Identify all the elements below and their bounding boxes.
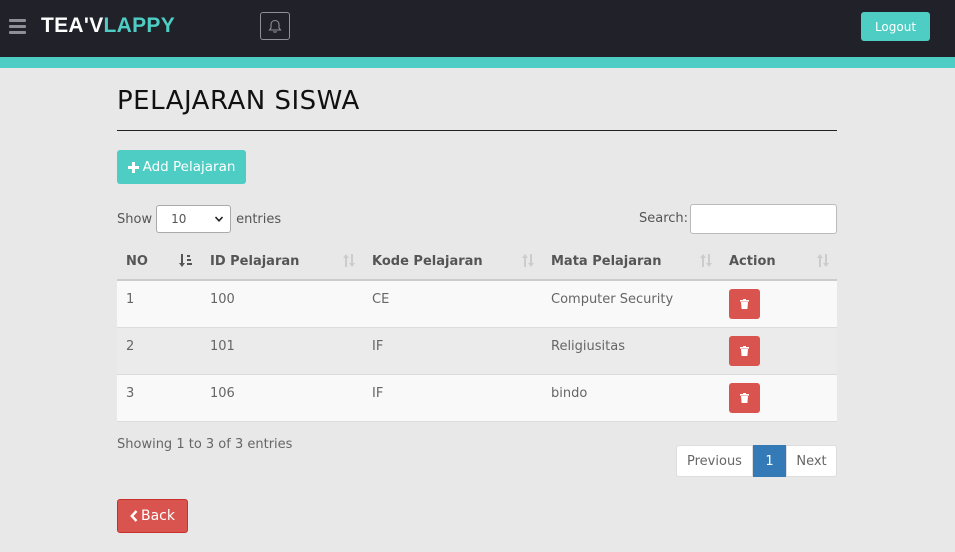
pelajaran-table: NO ID Pelajaran Kode Pelajaran Mata Pela… (117, 243, 837, 422)
search-input[interactable] (690, 204, 837, 234)
cell-action (720, 327, 837, 375)
pagination: Previous 1 Next (676, 445, 837, 477)
plus-icon (127, 161, 139, 173)
notification-button[interactable] (260, 12, 290, 40)
column-header-action-label: Action (729, 253, 776, 269)
brand-part-1: TEA'V (41, 14, 104, 37)
table-header-row: NO ID Pelajaran Kode Pelajaran Mata Pela… (117, 243, 837, 281)
next-page-button[interactable]: Next (786, 445, 837, 477)
chevron-down-icon (214, 216, 224, 222)
previous-page-button[interactable]: Previous (676, 445, 753, 477)
bell-icon (268, 19, 282, 33)
cell-mata: Computer Security (542, 280, 720, 328)
column-header-mata-label: Mata Pelajaran (551, 253, 662, 269)
title-divider (117, 130, 837, 131)
trash-icon (740, 299, 749, 309)
column-header-kode-label: Kode Pelajaran (372, 253, 483, 269)
entries-length-select[interactable]: 10 (156, 205, 232, 233)
cell-kode: IF (363, 374, 542, 422)
brand-logo: TEA'VLAPPY (41, 14, 175, 38)
brand-part-2: LAPPY (103, 14, 176, 37)
cell-no: 3 (117, 374, 201, 422)
cell-no: 2 (117, 327, 201, 375)
cell-id: 101 (201, 327, 363, 375)
cell-id: 106 (201, 374, 363, 422)
search-label: Search: (639, 211, 689, 226)
cell-action (720, 374, 837, 422)
show-label: Show (117, 211, 153, 227)
add-pelajaran-button[interactable]: Add Pelajaran (117, 150, 246, 184)
add-pelajaran-label: Add Pelajaran (142, 159, 236, 175)
sort-both-icon (522, 254, 534, 267)
table-row: 3 106 IF bindo (117, 374, 837, 422)
cell-no: 1 (117, 280, 201, 328)
column-header-id[interactable]: ID Pelajaran (201, 243, 363, 281)
entries-length-value: 10 (171, 212, 187, 226)
delete-button[interactable] (729, 289, 760, 319)
sort-ascending-icon (179, 254, 192, 267)
cell-action (720, 280, 837, 328)
trash-icon (740, 345, 749, 356)
sort-both-icon (817, 254, 829, 267)
back-label: Back (141, 508, 175, 524)
delete-button[interactable] (729, 382, 760, 413)
table-row: 2 101 IF Religiusitas (117, 327, 837, 375)
back-button[interactable]: Back (117, 499, 188, 533)
length-control: Show 10 entries (117, 205, 281, 233)
sort-both-icon (700, 254, 712, 267)
delete-button[interactable] (729, 335, 760, 366)
cell-kode: IF (363, 327, 542, 375)
top-navbar: TEA'VLAPPY Logout (0, 0, 955, 57)
logout-button[interactable]: Logout (861, 12, 930, 41)
cell-kode: CE (363, 280, 542, 328)
column-header-action[interactable]: Action (720, 243, 837, 281)
table-info: Showing 1 to 3 of 3 entries (117, 437, 293, 452)
column-header-no[interactable]: NO (117, 243, 201, 281)
page-1-button[interactable]: 1 (753, 445, 786, 477)
column-header-id-label: ID Pelajaran (210, 253, 300, 269)
page-title: PELAJARAN SISWA (117, 86, 360, 116)
trash-icon (740, 392, 749, 403)
column-header-mata[interactable]: Mata Pelajaran (542, 243, 720, 281)
column-header-no-label: NO (126, 253, 148, 269)
entries-label: entries (236, 211, 282, 227)
sort-both-icon (343, 254, 355, 267)
cell-mata: Religiusitas (542, 327, 720, 375)
navbar-accent-bar (0, 57, 955, 68)
hamburger-icon[interactable] (9, 19, 26, 34)
column-header-kode[interactable]: Kode Pelajaran (363, 243, 542, 281)
cell-mata: bindo (542, 374, 720, 422)
cell-id: 100 (201, 280, 363, 328)
chevron-left-icon (130, 510, 138, 522)
table-row: 1 100 CE Computer Security (117, 280, 837, 328)
